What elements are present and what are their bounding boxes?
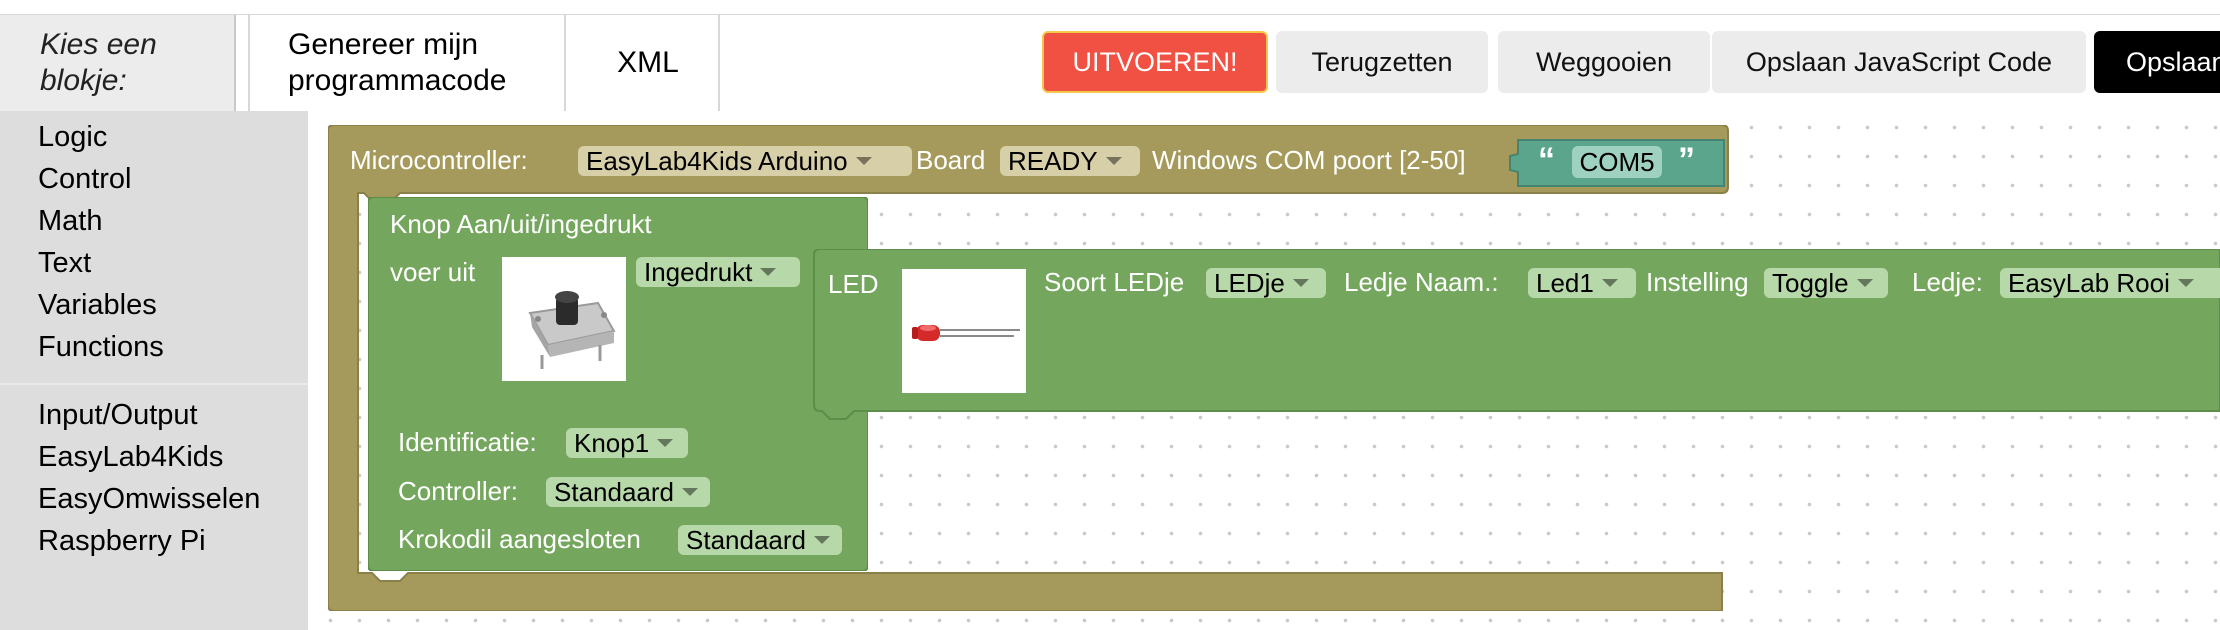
chevron-down-icon xyxy=(1601,279,1618,287)
button-block-do-label: voer uit xyxy=(390,257,476,287)
led-type-value: LEDje xyxy=(1214,267,1285,298)
tab-generate-code[interactable]: Genereer mijn programmacode xyxy=(248,15,566,111)
button-state-dropdown[interactable]: Ingedrukt xyxy=(636,257,800,287)
toolbox-category-easylab4kids[interactable]: EasyLab4Kids xyxy=(38,441,223,474)
alligator-clip-dropdown[interactable]: Standaard xyxy=(678,525,842,555)
button-state-value: Ingedrukt xyxy=(644,256,753,287)
led-setting-value: Toggle xyxy=(1772,267,1849,298)
identification-value: Knop1 xyxy=(574,427,650,458)
toolbox-category-variables[interactable]: Variables xyxy=(38,289,157,322)
microcontroller-label: Microcontroller: xyxy=(350,145,528,175)
led-value: EasyLab Rooi xyxy=(2008,267,2170,298)
chevron-down-icon xyxy=(1292,279,1309,287)
chevron-down-icon xyxy=(681,488,698,496)
tab-generate-code-label: Genereer mijn programmacode xyxy=(288,28,507,97)
alligator-clip-value: Standaard xyxy=(686,524,806,555)
led-name-dropdown[interactable]: Led1 xyxy=(1528,268,1636,298)
toolbox-category-easyomwisselen[interactable]: EasyOmwisselen xyxy=(38,483,260,516)
identification-dropdown[interactable]: Knop1 xyxy=(566,428,688,458)
toolbox-category-raspberry-pi[interactable]: Raspberry Pi xyxy=(38,525,206,558)
discard-button[interactable]: Weggooien xyxy=(1498,31,1710,93)
chevron-down-icon xyxy=(2177,279,2194,287)
com-port-value: COM5 xyxy=(1579,146,1655,177)
led-name-value: Led1 xyxy=(1536,267,1594,298)
led-setting-label: Instelling xyxy=(1646,267,1749,297)
led-type-label: Soort LEDje xyxy=(1044,267,1185,297)
toolbox: Logic Control Math Text Variables Functi… xyxy=(0,111,308,630)
tab-xml-label: XML xyxy=(617,46,679,79)
push-button-image xyxy=(502,257,626,381)
tab-blocks[interactable]: Kies een blokje: xyxy=(0,15,236,111)
status-dropdown[interactable]: READY xyxy=(1000,146,1140,176)
button-block-title: Knop Aan/uit/ingedrukt xyxy=(390,209,652,239)
controller-value: Standaard xyxy=(554,476,674,507)
led-type-dropdown[interactable]: LEDje xyxy=(1206,268,1326,298)
chevron-down-icon xyxy=(657,439,674,447)
alligator-clip-label: Krokodil aangesloten xyxy=(398,524,641,554)
run-button[interactable]: UITVOEREN! xyxy=(1042,31,1268,93)
identification-label: Identificatie: xyxy=(398,427,537,457)
tab-xml[interactable]: XML xyxy=(578,15,720,111)
chevron-down-icon xyxy=(760,268,777,276)
top-bar: Kies een blokje: Genereer mijn programma… xyxy=(0,14,2220,112)
com-port-label: Windows COM poort [2-50] xyxy=(1152,145,1466,175)
toolbox-category-math[interactable]: Math xyxy=(38,205,102,238)
led-label: Ledje: xyxy=(1912,267,1983,297)
com-port-text-field[interactable]: COM5 xyxy=(1572,146,1662,178)
toolbox-category-input-output[interactable]: Input/Output xyxy=(38,399,198,432)
chevron-down-icon xyxy=(1105,157,1122,165)
toolbox-separator xyxy=(0,383,308,385)
board-label: Board xyxy=(916,145,986,175)
chevron-down-icon xyxy=(1856,279,1873,287)
led-dropdown[interactable]: EasyLab Rooi xyxy=(2000,268,2220,298)
save-javascript-button[interactable]: Opslaan JavaScript Code xyxy=(1712,31,2086,93)
controller-dropdown[interactable]: Standaard xyxy=(546,477,710,507)
quote-open-icon: “ xyxy=(1538,141,1555,179)
board-dropdown-value: EasyLab4Kids Arduino xyxy=(586,145,848,176)
toolbox-category-logic[interactable]: Logic xyxy=(38,121,107,154)
toolbox-category-control[interactable]: Control xyxy=(38,163,132,196)
quote-close-icon: ” xyxy=(1678,141,1695,179)
toolbox-category-functions[interactable]: Functions xyxy=(38,331,164,364)
chevron-down-icon xyxy=(855,157,872,165)
tab-blocks-label: Kies een blokje: xyxy=(40,28,157,97)
controller-label: Controller: xyxy=(398,476,518,506)
toolbox-category-text[interactable]: Text xyxy=(38,247,91,280)
led-block-title: LED xyxy=(828,269,879,299)
status-dropdown-value: READY xyxy=(1008,145,1098,176)
chevron-down-icon xyxy=(813,536,830,544)
button-block[interactable] xyxy=(368,197,868,571)
block-workspace[interactable]: Microcontroller: EasyLab4Kids Arduino Bo… xyxy=(308,111,2220,630)
save-button[interactable]: Opslaan xyxy=(2094,31,2220,93)
led-name-label: Ledje Naam.: xyxy=(1344,267,1499,297)
led-setting-dropdown[interactable]: Toggle xyxy=(1764,268,1888,298)
led-image xyxy=(902,269,1026,393)
board-dropdown[interactable]: EasyLab4Kids Arduino xyxy=(578,146,912,176)
reset-button[interactable]: Terugzetten xyxy=(1276,31,1488,93)
